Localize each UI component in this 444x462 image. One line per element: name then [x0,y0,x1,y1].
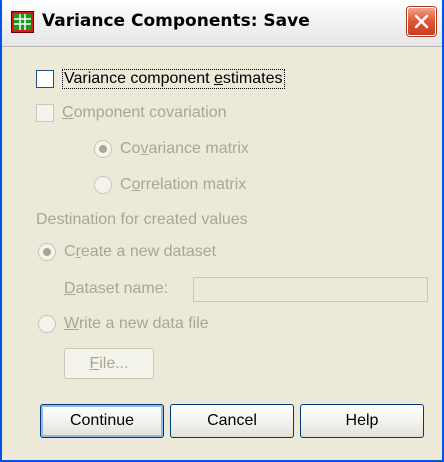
covariance-matrix-label: Covariance matrix [120,140,249,157]
component-covariation-option[interactable]: Component covariation [36,104,227,122]
file-button[interactable]: File... [64,348,154,379]
dataset-name-input[interactable] [193,277,428,302]
help-button[interactable]: Help [300,404,424,438]
correlation-matrix-radio[interactable] [94,176,112,194]
variance-estimates-option[interactable]: Variance component estimates [36,69,285,89]
covariance-matrix-radio[interactable] [94,140,112,158]
spss-grid-icon [11,11,34,33]
destination-heading: Destination for created values [36,211,248,228]
dialog-window: Variance Components: Save Variance compo… [0,0,444,462]
correlation-matrix-option[interactable]: Correlation matrix [94,176,246,194]
variance-estimates-checkbox[interactable] [36,70,54,88]
create-dataset-radio[interactable] [38,243,56,261]
title-bar: Variance Components: Save [2,0,442,47]
close-button[interactable] [407,7,436,36]
create-dataset-option[interactable]: Create a new dataset [38,243,216,261]
covariance-matrix-option[interactable]: Covariance matrix [94,140,249,158]
write-file-radio[interactable] [38,315,56,333]
correlation-matrix-label: Correlation matrix [120,176,247,193]
write-file-option[interactable]: Write a new data file [38,315,209,333]
close-icon [414,14,429,29]
component-covariation-label: Component covariation [62,104,227,121]
dataset-name-label: Dataset name: [64,280,169,297]
window-title: Variance Components: Save [42,11,310,31]
variance-estimates-label: Variance component estimates [62,69,285,89]
component-covariation-checkbox[interactable] [36,104,54,122]
continue-button[interactable]: Continue [40,404,164,438]
cancel-button[interactable]: Cancel [170,404,294,438]
write-file-label: Write a new data file [64,315,209,332]
create-dataset-label: Create a new dataset [64,243,217,260]
